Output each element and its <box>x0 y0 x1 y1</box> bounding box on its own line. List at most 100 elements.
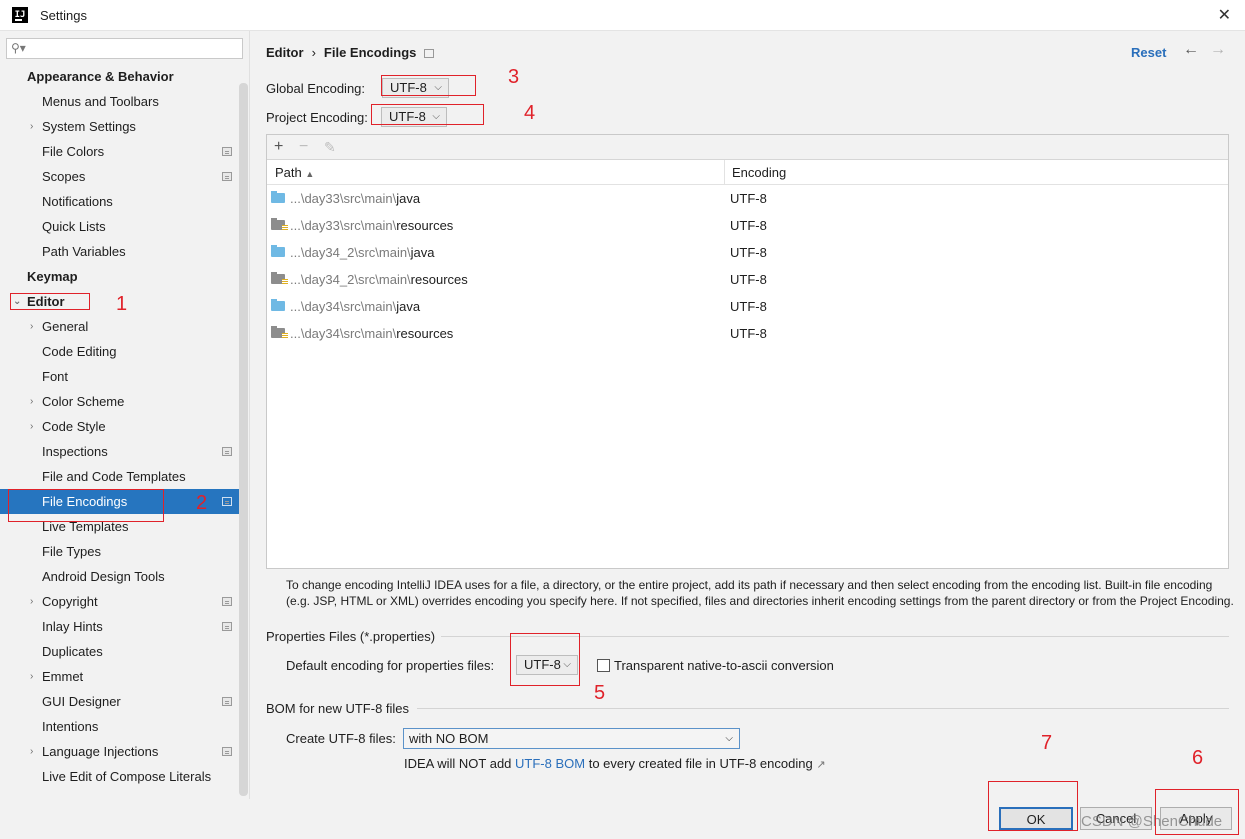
breadcrumb: Editor › File Encodings <box>266 45 435 60</box>
sidebar-item-emmet[interactable]: › Emmet <box>0 664 248 689</box>
sidebar-item-color-scheme[interactable]: › Color Scheme <box>0 389 248 414</box>
sidebar-item-keymap[interactable]: Keymap <box>0 264 248 289</box>
sidebar-item-code-style[interactable]: › Code Style <box>0 414 248 439</box>
column-header-path[interactable]: Path ▲ <box>275 160 314 187</box>
project-scope-icon <box>222 172 232 181</box>
sidebar-item-general[interactable]: › General <box>0 314 248 339</box>
table-row[interactable]: ...\day34_2\src\main\resources UTF-8 <box>267 266 1228 293</box>
sidebar-item-label: Intentions <box>42 719 99 734</box>
add-icon[interactable]: + <box>274 137 283 157</box>
sidebar-item-inspections[interactable]: Inspections <box>0 439 248 464</box>
sidebar-item-notifications[interactable]: Notifications <box>0 189 248 214</box>
bom-select[interactable]: with NO BOM ⌵ <box>403 728 740 749</box>
sidebar-item-gui-designer[interactable]: GUI Designer <box>0 689 248 714</box>
global-encoding-combo[interactable]: UTF-8 ⌵ <box>382 78 449 98</box>
sidebar-item-label: Live Templates <box>42 519 129 534</box>
reset-link[interactable]: Reset <box>1131 45 1166 60</box>
row-encoding[interactable]: UTF-8 <box>730 185 767 212</box>
chevron-right-icon[interactable]: › <box>30 314 33 339</box>
row-encoding[interactable]: UTF-8 <box>730 239 767 266</box>
transparent-native-label[interactable]: Transparent native-to-ascii conversion <box>614 658 834 673</box>
title-bar: IJ Settings ✕ <box>0 0 1245 31</box>
intellij-idea-icon: IJ <box>12 7 28 23</box>
project-encoding-combo[interactable]: UTF-8 ⌵ <box>381 107 447 127</box>
transparent-native-checkbox[interactable] <box>597 659 610 672</box>
sidebar-item-font[interactable]: Font <box>0 364 248 389</box>
table-row[interactable]: ...\day34\src\main\resources UTF-8 <box>267 320 1228 347</box>
properties-encoding-combo[interactable]: UTF-8 ⌵ <box>516 655 578 675</box>
main-panel: Editor › File Encodings Reset ← → Global E… <box>251 31 1245 799</box>
sidebar-item-menus-and-toolbars[interactable]: Menus and Toolbars <box>0 89 248 114</box>
row-encoding[interactable]: UTF-8 <box>730 293 767 320</box>
sidebar-item-file-and-code-templates[interactable]: File and Code Templates <box>0 464 248 489</box>
sidebar-item-file-colors[interactable]: File Colors <box>0 139 248 164</box>
chevron-down-icon: ⌵ <box>563 659 571 670</box>
sidebar-item-copyright[interactable]: › Copyright <box>0 589 248 614</box>
sidebar-item-path-variables[interactable]: Path Variables <box>0 239 248 264</box>
chevron-down-icon: ⌵ <box>725 733 733 744</box>
sidebar-item-label: Android Design Tools <box>42 569 165 584</box>
row-encoding[interactable]: UTF-8 <box>730 320 767 347</box>
table-row[interactable]: ...\day34\src\main\java UTF-8 <box>267 293 1228 320</box>
sidebar-item-language-injections[interactable]: › Language Injections <box>0 739 248 764</box>
sidebar-item-live-templates[interactable]: Live Templates <box>0 514 248 539</box>
sidebar-item-label: File and Code Templates <box>42 469 186 484</box>
search-input[interactable]: ⚲▾ <box>6 38 243 59</box>
bom-section-title: BOM for new UTF-8 files <box>266 701 410 716</box>
table-row[interactable]: ...\day33\src\main\resources UTF-8 <box>267 212 1228 239</box>
chevron-right-icon[interactable]: › <box>30 664 33 689</box>
sidebar-item-label: Appearance & Behavior <box>27 69 174 84</box>
row-encoding[interactable]: UTF-8 <box>730 266 767 293</box>
annotation-number-7: 7 <box>1041 732 1053 754</box>
chevron-right-icon[interactable]: › <box>30 389 33 414</box>
scope-icon <box>424 49 435 59</box>
chevron-right-icon[interactable]: › <box>30 589 33 614</box>
sidebar-item-system-settings[interactable]: › System Settings <box>0 114 248 139</box>
sidebar-item-appearance-behavior[interactable]: Appearance & Behavior <box>0 64 248 89</box>
global-encoding-label: Global Encoding: <box>266 81 366 96</box>
table-row[interactable]: ...\day33\src\main\java UTF-8 <box>267 185 1228 212</box>
settings-tree: Appearance & Behavior Menus and Toolbars ›… <box>0 64 248 789</box>
project-scope-icon <box>222 597 232 606</box>
utf8-bom-link[interactable]: UTF-8 BOM <box>515 756 585 771</box>
create-utf8-label: Create UTF-8 files: <box>286 731 396 746</box>
annotation-number-5: 5 <box>594 682 606 704</box>
sidebar-item-scopes[interactable]: Scopes <box>0 164 248 189</box>
column-divider[interactable] <box>724 160 725 185</box>
sidebar-item-live-edit-of-compose-literals[interactable]: Live Edit of Compose Literals <box>0 764 248 789</box>
ok-button[interactable]: OK <box>999 807 1073 830</box>
apply-button[interactable]: Apply <box>1160 807 1232 830</box>
section-divider <box>441 636 1229 637</box>
sidebar-item-duplicates[interactable]: Duplicates <box>0 639 248 664</box>
sidebar-item-quick-lists[interactable]: Quick Lists <box>0 214 248 239</box>
table-row[interactable]: ...\day34_2\src\main\java UTF-8 <box>267 239 1228 266</box>
sidebar-item-file-types[interactable]: File Types <box>0 539 248 564</box>
resources-folder-icon <box>271 218 288 231</box>
sidebar-item-label: Emmet <box>42 669 84 684</box>
project-scope-icon <box>222 447 232 456</box>
row-path: ...\day34_2\src\main\java <box>290 245 435 260</box>
sidebar-item-android-design-tools[interactable]: Android Design Tools <box>0 564 248 589</box>
sidebar-item-code-editing[interactable]: Code Editing <box>0 339 248 364</box>
close-icon[interactable]: ✕ <box>1218 5 1231 25</box>
sidebar-item-intentions[interactable]: Intentions <box>0 714 248 739</box>
cancel-button[interactable]: Cancel <box>1080 807 1152 830</box>
chevron-right-icon[interactable]: › <box>30 114 33 139</box>
sidebar-item-label: Font <box>42 369 69 384</box>
chevron-down-icon[interactable]: ⌄ <box>13 289 21 314</box>
column-header-encoding[interactable]: Encoding <box>732 160 786 185</box>
sidebar-item-label: Scopes <box>42 169 86 184</box>
properties-section-title: Properties Files (*.properties) <box>266 629 436 644</box>
back-arrow-icon[interactable]: ← <box>1183 41 1199 59</box>
breadcrumb-parent[interactable]: Editor <box>266 45 304 60</box>
row-encoding[interactable]: UTF-8 <box>730 212 767 239</box>
chevron-right-icon[interactable]: › <box>30 739 33 764</box>
sidebar-item-inlay-hints[interactable]: Inlay Hints <box>0 614 248 639</box>
sidebar-item-label: Editor <box>27 294 65 309</box>
sidebar-scrollbar[interactable] <box>239 83 248 796</box>
chevron-right-icon[interactable]: › <box>30 414 33 439</box>
project-scope-icon <box>222 747 232 756</box>
settings-sidebar: ⚲▾ Appearance & Behavior Menus and Toolba… <box>0 31 250 799</box>
sidebar-item-file-encodings[interactable]: File Encodings <box>0 489 248 514</box>
project-encoding-label: Project Encoding: <box>266 110 368 125</box>
